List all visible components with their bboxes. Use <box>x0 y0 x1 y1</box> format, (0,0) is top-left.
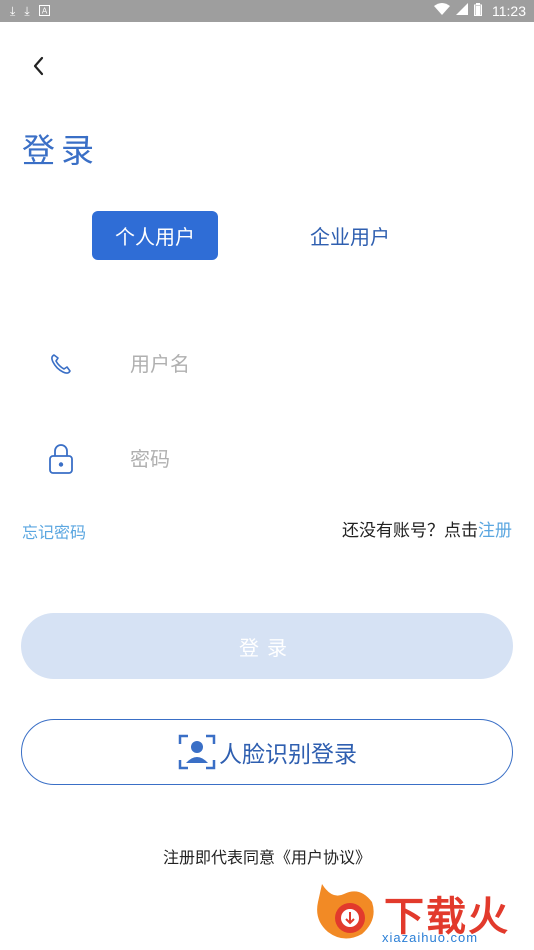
forgot-password-link[interactable]: 忘记密码 <box>22 519 86 543</box>
face-scan-icon <box>178 734 216 770</box>
flame-icon <box>317 884 374 939</box>
signal-icon <box>456 3 468 19</box>
phone-icon <box>40 344 82 384</box>
username-field-row <box>40 342 510 386</box>
download-icon: ⤓ <box>24 4 30 18</box>
status-bar: ⤓ ⤓ A 11:23 <box>0 0 534 22</box>
password-input[interactable] <box>130 447 490 471</box>
notification-icon: A <box>38 4 50 18</box>
page-title: 登录 <box>22 131 100 170</box>
face-login-button[interactable]: 人脸识别登录 <box>21 719 513 785</box>
register-link[interactable]: 注册 <box>478 521 512 541</box>
user-agreement-text[interactable]: 注册即代表同意《用户协议》 <box>0 844 534 868</box>
download-icon: ⤓ <box>10 4 16 18</box>
face-login-label: 人脸识别登录 <box>219 742 357 768</box>
password-field-row <box>40 437 510 481</box>
status-right-icons: 11:23 <box>434 2 526 20</box>
tab-personal-user[interactable]: 个人用户 <box>92 211 218 260</box>
watermark-logo: 下载火 xiazaihuo.com <box>314 880 528 946</box>
wifi-icon <box>434 3 450 19</box>
no-account-prompt: 还没有账号？点击 <box>342 521 478 541</box>
watermark-domain: xiazaihuo.com <box>382 930 479 945</box>
login-button[interactable]: 登录 <box>21 613 513 679</box>
back-button[interactable] <box>24 52 52 80</box>
status-time: 11:23 <box>492 3 526 19</box>
lock-icon <box>40 439 82 479</box>
svg-text:A: A <box>41 6 47 15</box>
register-row: 还没有账号？点击注册 <box>342 516 512 541</box>
tab-enterprise-user[interactable]: 企业用户 <box>290 211 410 260</box>
username-input[interactable] <box>130 352 490 376</box>
battery-icon <box>474 2 482 20</box>
chevron-left-icon <box>33 56 44 76</box>
status-left-icons: ⤓ ⤓ A <box>10 4 50 18</box>
